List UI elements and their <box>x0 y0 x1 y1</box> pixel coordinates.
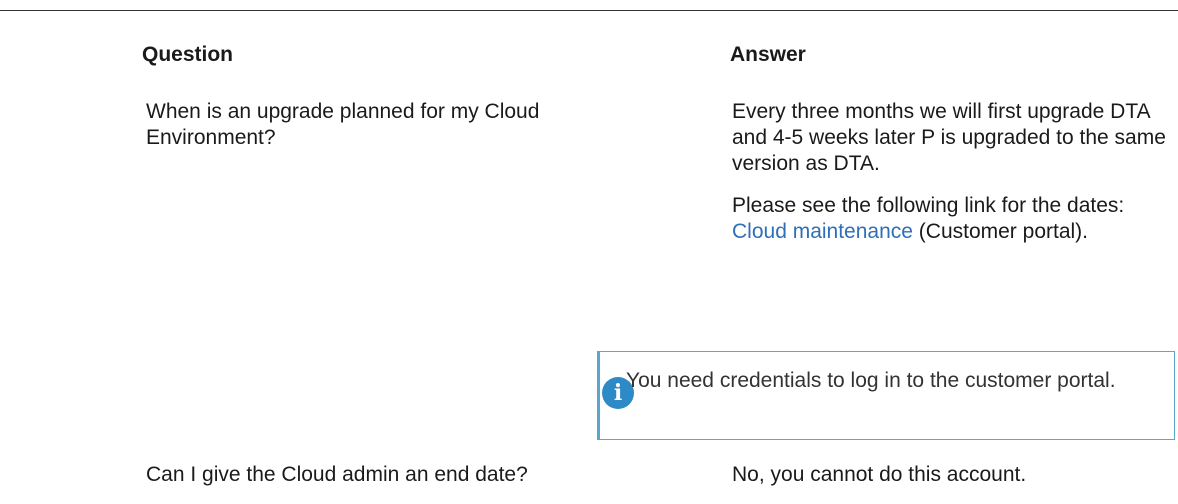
answer-paragraph-link: Please see the following link for the da… <box>732 193 1172 245</box>
question-header: Question <box>142 43 234 66</box>
question-cell-upgrade: When is an upgrade planned for my Cloud … <box>146 100 540 149</box>
answer-cell-upgrade: Every three months we will first upgrade… <box>732 99 1172 261</box>
answer-text: (Customer portal). <box>912 220 1088 243</box>
answer-cell-end-date: No, you cannot do this account. <box>732 463 1027 486</box>
cloud-maintenance-link[interactable]: Cloud maintenance <box>732 220 913 243</box>
info-note: i You need credentials to log in to the … <box>597 351 1175 440</box>
answer-header: Answer <box>730 43 806 66</box>
question-cell-end-date: Can I give the Cloud admin an end date? <box>146 463 528 486</box>
top-rule <box>0 10 1178 11</box>
answer-text: Please see the following link for the da… <box>732 194 1125 217</box>
info-note-text: You need credentials to log in to the cu… <box>626 369 1116 392</box>
answer-paragraph: Every three months we will first upgrade… <box>732 100 1166 175</box>
